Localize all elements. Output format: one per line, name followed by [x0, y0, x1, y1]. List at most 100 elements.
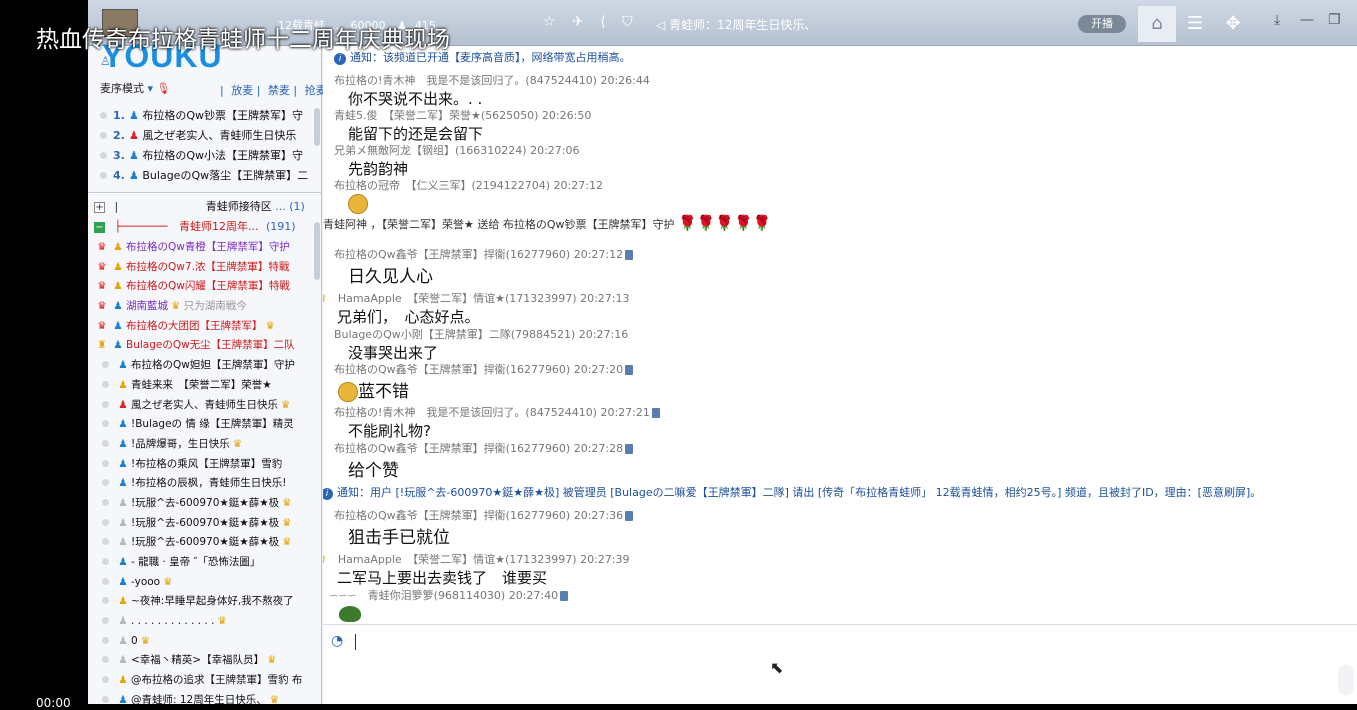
- message-meta: 布拉格の!青木神 我是不是该回归了。(847524410) 20:26:44: [334, 74, 650, 87]
- crown-icon: ♛: [217, 615, 227, 628]
- user-icon: ♟: [113, 300, 123, 313]
- crown-icon: ♛: [163, 575, 173, 588]
- message-body: 兄弟们， 心态好点。: [337, 308, 480, 326]
- share-icon[interactable]: ⟨: [600, 14, 605, 30]
- member-row[interactable]: ♟ 0 ♛: [94, 632, 314, 652]
- message-meta: 布拉格のQw鑫爷【王牌禁軍】捍衞(16277960) 20:27:12: [334, 248, 624, 261]
- chat-message: ♛ HamaApple 【荣誉二军】情谊★(171323997) 20:27:3…: [323, 551, 630, 588]
- member-row[interactable]: ♟ !布拉格の辰枫，青蛙师生日快乐!: [94, 474, 314, 494]
- chat-message: 布拉格の!青木神 我是不是该回归了。(847524410) 20:26:44 你不…: [334, 72, 650, 109]
- vip-badge-icon: ♛: [97, 260, 107, 273]
- notice-text: 通知：用户 [!玩服^去-600970★鋌★薛★极] 被管理员 [Bulageの…: [337, 486, 1262, 499]
- member-row[interactable]: ♟. . . . . . . . . . . . . ♛: [94, 612, 314, 632]
- member-row[interactable]: ♜ ♟ BulageのQw无尘【王牌禁軍】二队: [94, 336, 314, 356]
- member-name: 布拉格の大团团【王牌禁军】: [126, 319, 263, 332]
- room-tools: ☆ ✈ ⟨ ⛉: [543, 14, 645, 30]
- member-row[interactable]: ♛ ♟ 布拉格のQw7.浓【王牌禁軍】特戰: [94, 258, 314, 278]
- member-row[interactable]: ♟ @青蛙师: 12周年生日快乐、 ♛: [94, 691, 314, 704]
- member-row[interactable]: ♟ !玩服^去-600970★鋌★薛★极 ♛: [94, 514, 314, 534]
- member-row[interactable]: ♟ 風之ぜ老实人、青蛙师生日快乐 ♛: [94, 396, 314, 416]
- phone-icon: [625, 511, 634, 521]
- live-toggle[interactable]: 开播: [1078, 15, 1126, 33]
- member-row[interactable]: ♟ <幸福丶精英>【幸福队员】 ♛: [94, 651, 314, 671]
- group-anniversary[interactable]: − ├─────── 青蛙师12周年... (191): [94, 218, 296, 236]
- gamepad-icon[interactable]: ✥: [1214, 6, 1252, 42]
- member-name: 0: [131, 634, 138, 647]
- expand-icon[interactable]: +: [94, 202, 105, 213]
- queue-scrollbar[interactable]: [314, 108, 320, 146]
- member-row[interactable]: ♟ !品牌爆哥，生日快乐 ♛: [94, 435, 314, 455]
- message-body: 不能刷礼物?: [348, 422, 431, 440]
- user-icon[interactable]: ♙: [100, 54, 111, 68]
- user-icon: ♟: [129, 149, 139, 162]
- mode-selector[interactable]: 麦序模式 ▾ 🎙: [100, 80, 171, 96]
- group-count: (1): [289, 200, 305, 213]
- queue-item[interactable]: 4. ♟ BulageのQw落尘【王牌禁軍】二: [96, 166, 314, 186]
- status-dot: [102, 695, 109, 703]
- message-body: 蓝不错: [358, 382, 409, 402]
- member-row[interactable]: ♟ - 龍職 · 皇帝 ″「恐怖法圖」: [94, 553, 314, 573]
- restore-icon[interactable]: ❐: [1328, 12, 1341, 28]
- crown-icon: ♛: [323, 292, 327, 305]
- member-row[interactable]: ♛ ♟ 布拉格のQw闪耀【王牌禁軍】特戰: [94, 277, 314, 297]
- member-row[interactable]: ♟ -yooo ♛: [94, 573, 314, 593]
- message-meta: 布拉格のQw鑫爷【王牌禁軍】捍衞(16277960) 20:27:36: [334, 509, 624, 522]
- status-dot: [102, 617, 109, 625]
- star-icon[interactable]: ☆: [543, 14, 556, 30]
- collapse-icon[interactable]: −: [94, 222, 105, 233]
- status-dot: [102, 656, 109, 664]
- member-list: ♛ ♟ 布拉格のQw青橙【王牌禁军】守护 ♛ ♟ 布拉格のQw7.浓【王牌禁軍】特戰 ♛…: [94, 238, 314, 704]
- info-icon: i: [323, 488, 333, 500]
- user-icon: ♟: [118, 398, 128, 411]
- user-icon: ♟: [113, 280, 123, 293]
- queue-item[interactable]: 2. ♟ 風之ぜ老实人、青蛙师生日快乐: [96, 126, 314, 146]
- member-name: ~夜神:早睡早起身体好,我不熬夜了: [131, 595, 294, 608]
- crown-icon: ♛: [265, 319, 275, 332]
- divider: [88, 192, 322, 193]
- message-meta: 青蛙你泪箩箩(968114030) 20:27:40: [367, 589, 559, 602]
- plane-icon[interactable]: ✈: [572, 14, 584, 30]
- user-icon: ♟: [118, 418, 128, 431]
- mic-icon[interactable]: 🎙: [157, 82, 171, 95]
- download-icon[interactable]: ⤓: [1274, 12, 1280, 28]
- list-icon[interactable]: ☰: [1176, 6, 1214, 42]
- release-mic-button[interactable]: 放麦: [231, 84, 253, 97]
- message-meta: 布拉格のQw鑫爷【王牌禁軍】捍衞(16277960) 20:27:28: [334, 442, 624, 455]
- member-row[interactable]: ♛ ♟ 布拉格のQw青橙【王牌禁军】守护: [94, 238, 314, 258]
- member-row[interactable]: ♟ 布拉格のQw妲妲【王牌禁軍】守护: [94, 356, 314, 376]
- member-row[interactable]: ♟ !布拉格の乘风【王牌禁軍】雪豹: [94, 455, 314, 475]
- member-row[interactable]: ♟ !Bulageの 情 缘【王牌禁軍】精灵: [94, 415, 314, 435]
- member-row[interactable]: ♟ !玩服^去-600970★鋌★薛★极 ♛: [94, 494, 314, 514]
- member-scrollbar[interactable]: [314, 222, 320, 280]
- home-icon[interactable]: ⌂: [1138, 6, 1176, 42]
- member-name: !布拉格の乘风【王牌禁軍】雪豹: [131, 457, 283, 470]
- chat-message: BulageのQw小刚【王牌禁軍】二隊(79884521) 20:27:16 没事…: [334, 326, 628, 363]
- input-scroll-handle[interactable]: [1338, 665, 1354, 695]
- ban-mic-button[interactable]: 禁麦: [268, 84, 290, 97]
- mode-actions: | 放麦 | 禁麦 | 抢麦: [220, 84, 327, 97]
- member-row[interactable]: ♟ 青蛙来来 【荣誉二军】荣誉★: [94, 376, 314, 396]
- phone-icon: [625, 365, 634, 375]
- member-name: !布拉格の辰枫，青蛙师生日快乐!: [131, 477, 287, 490]
- queue-item[interactable]: 1. ♟ 布拉格のQw钞票【王牌禁军】守: [96, 106, 314, 126]
- member-row[interactable]: ♛ ♟ 布拉格の大团团【王牌禁军】 ♛: [94, 317, 314, 337]
- member-row[interactable]: ♟ ~夜神:早睡早起身体好,我不熬夜了: [94, 592, 314, 612]
- shield-icon[interactable]: ⛉: [622, 14, 633, 30]
- member-row[interactable]: ♟ !玩服^去-600970★鋌★薛★极 ♛: [94, 533, 314, 553]
- status-dot: [102, 439, 109, 447]
- phone-icon: [625, 250, 634, 260]
- message-meta: HamaApple 【荣誉二军】情谊★(171323997) 20:27:39: [337, 553, 630, 566]
- queue-item[interactable]: 3. ♟ 布拉格のQw小法【王牌禁軍】守: [96, 146, 314, 166]
- gift-message: 青蛙阿神 ，【荣誉二军】荣誉★ 送给 布拉格のQw钞票【王牌禁军】守护 🌹🌹🌹🌹…: [323, 214, 771, 232]
- user-icon: ♟: [113, 241, 123, 253]
- member-name: BulageのQw无尘【王牌禁軍】二队: [126, 339, 295, 352]
- member-row[interactable]: ♟ @布拉格の追求【王牌禁軍】雪豹 布: [94, 671, 314, 691]
- user-icon: ♟: [118, 359, 128, 372]
- group-reception[interactable]: + | 青蛙师接待区 ... (1): [94, 198, 305, 216]
- chat-message: 青蛙5.俊 【荣誉二军】荣誉★(5625050) 20:26:50 能留下的还是会…: [334, 107, 591, 144]
- member-name: !Bulageの 情 缘【王牌禁軍】精灵: [131, 418, 294, 431]
- member-row[interactable]: ♛ ♟ 湖南藍城 ♛ 只为湖南戦今: [94, 297, 314, 317]
- emoji-picker-icon[interactable]: ◔: [331, 633, 343, 649]
- minimize-icon[interactable]: —: [1300, 12, 1314, 28]
- message-input-area[interactable]: ◔ ⬉: [323, 624, 1357, 704]
